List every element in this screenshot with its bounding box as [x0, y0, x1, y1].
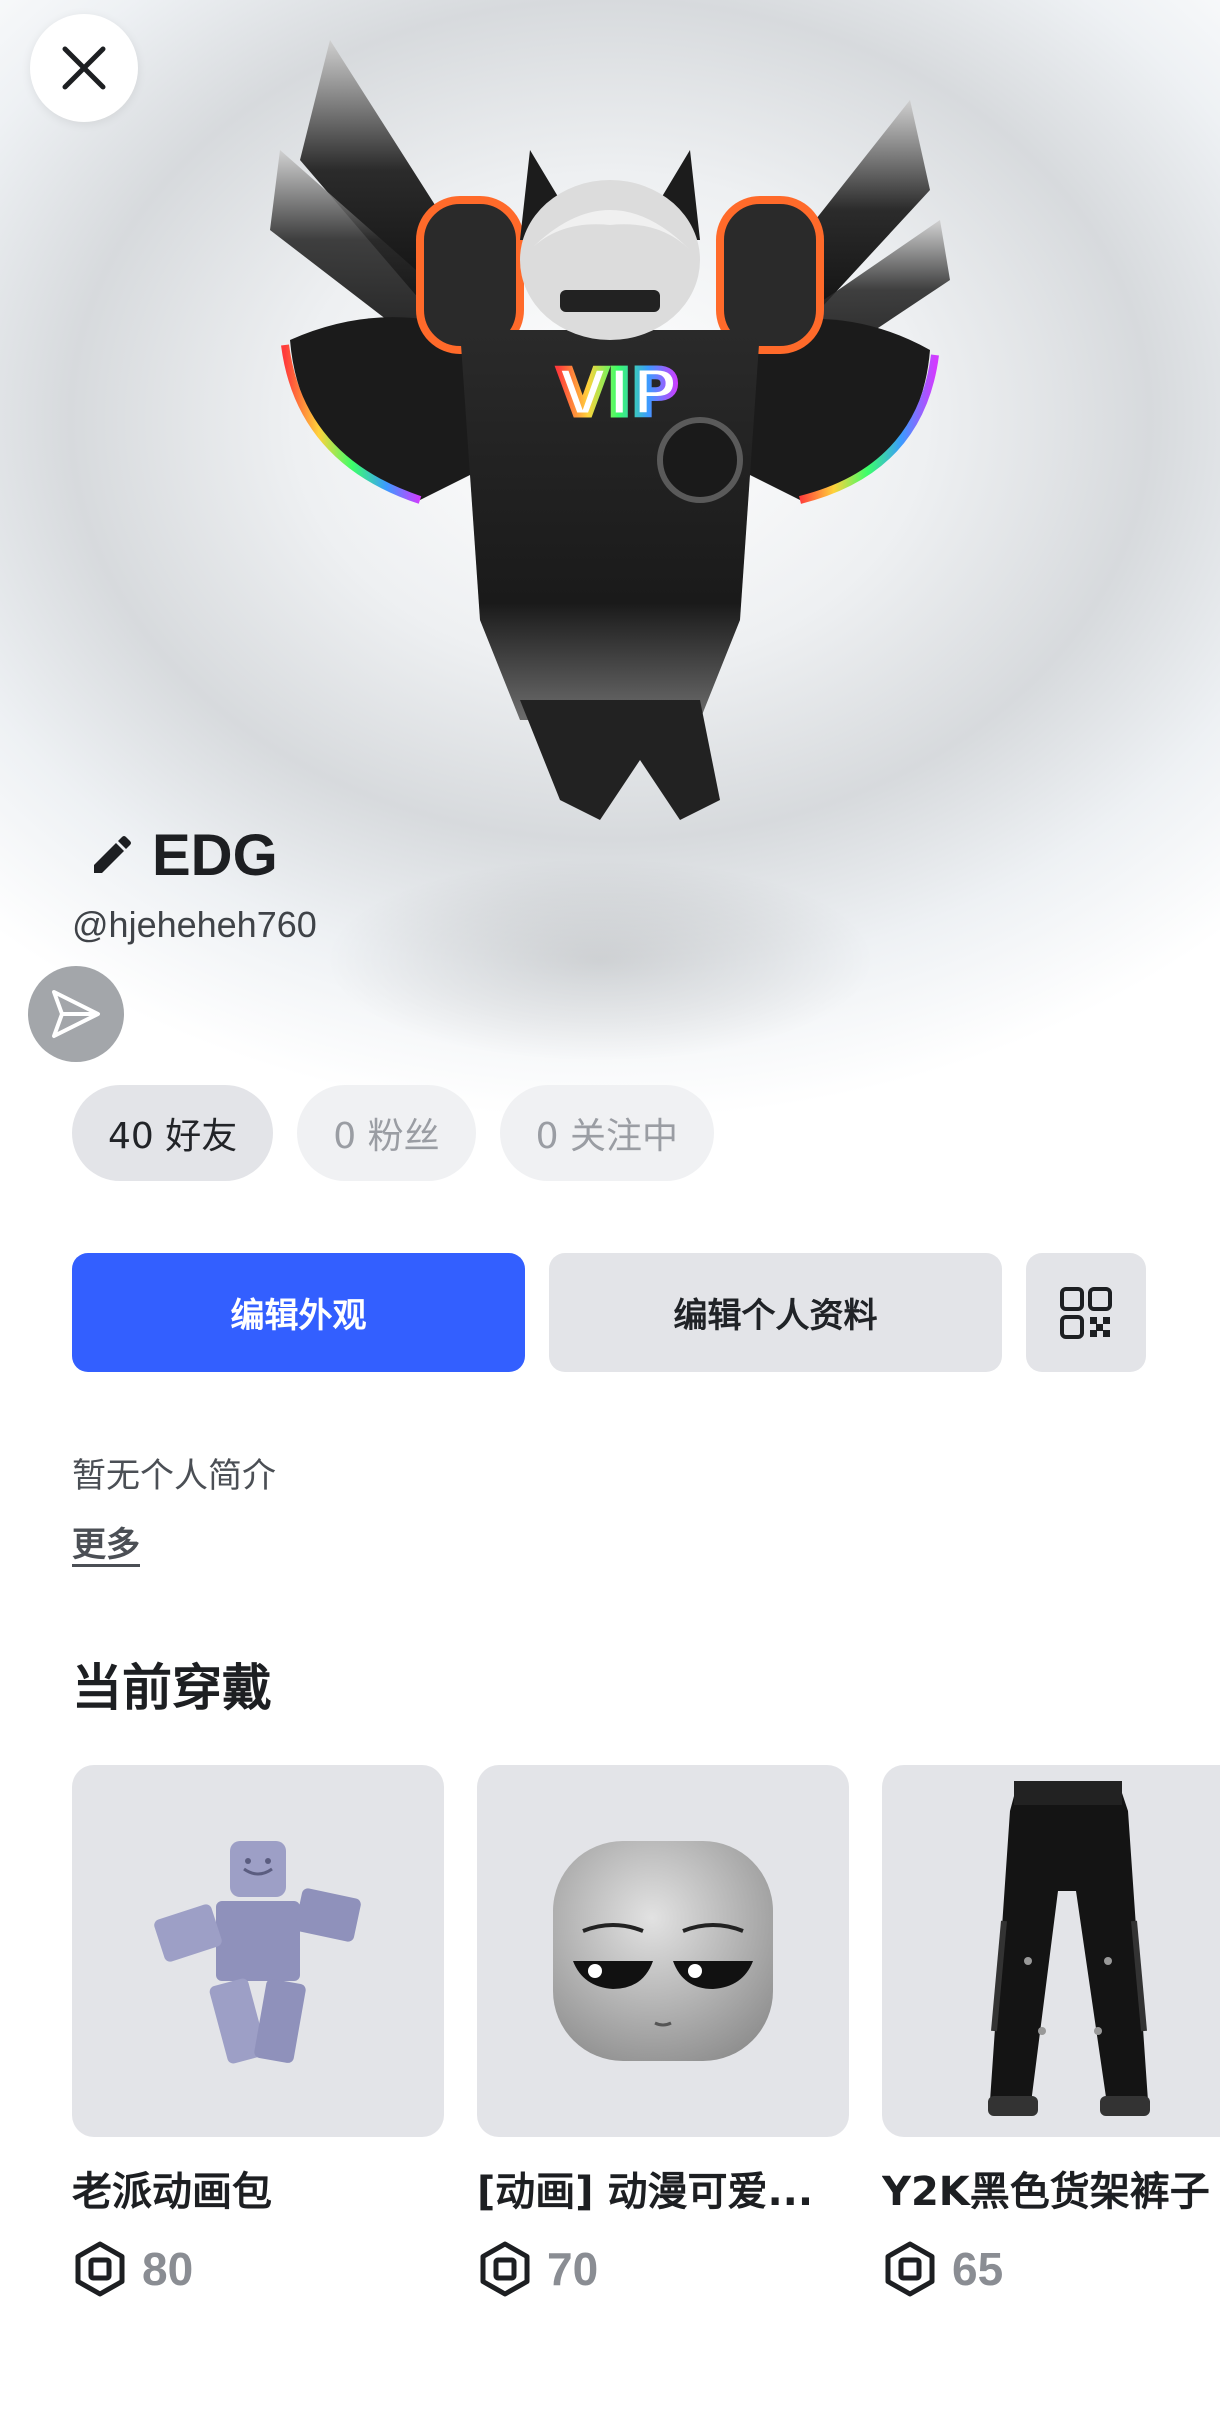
avatar-head — [520, 150, 700, 340]
close-button[interactable] — [30, 14, 138, 122]
price-value: 80 — [142, 2243, 194, 2295]
more-link[interactable]: 更多 — [72, 1517, 140, 1566]
friends-chip[interactable]: 40 好友 — [72, 1085, 274, 1181]
avatar-hero: VIP — [0, 0, 1220, 1160]
display-name: EDG — [152, 823, 278, 888]
display-name-row[interactable]: EDG — [88, 822, 278, 889]
send-icon — [52, 990, 100, 1038]
robux-icon — [885, 2241, 935, 2297]
item-price: 70 — [477, 2241, 849, 2297]
bio-text: 暂无个人简介 — [72, 1456, 276, 1496]
item-price: 65 — [882, 2241, 1220, 2297]
anime-face-head-image — [553, 1841, 773, 2061]
avatar-legs — [520, 700, 720, 820]
robux-icon — [75, 2241, 125, 2297]
wearing-item[interactable]: 老派动画包 80 — [72, 1765, 444, 2297]
edit-avatar-button[interactable]: 编辑外观 — [72, 1253, 525, 1372]
profile-actions: 编辑外观 编辑个人资料 — [72, 1253, 1146, 1372]
close-icon — [62, 46, 106, 90]
social-stats: 40 好友 0 粉丝 0 关注中 — [72, 1085, 714, 1181]
item-name: [动画] 动漫可爱... — [477, 2169, 814, 2215]
item-name: 老派动画包 — [72, 2169, 272, 2215]
animation-pack-image — [154, 1841, 361, 2064]
pencil-icon[interactable] — [88, 833, 134, 879]
username: @hjeheheh760 — [72, 904, 317, 945]
avatar-3d-render: VIP — [270, 40, 950, 820]
robux-icon — [480, 2241, 530, 2297]
wearing-item[interactable]: Y2K黑色货架裤子 65 — [882, 1765, 1220, 2297]
following-chip[interactable]: 0 关注中 — [499, 1085, 714, 1181]
currently-wearing-title: 当前穿戴 — [72, 1659, 272, 1717]
wearing-item[interactable]: [动画] 动漫可爱... 70 — [477, 1765, 849, 2297]
item-price: 80 — [72, 2241, 444, 2297]
followers-chip[interactable]: 0 粉丝 — [297, 1085, 476, 1181]
item-name: Y2K黑色货架裤子 — [882, 2169, 1210, 2215]
item-thumbnail[interactable] — [477, 1765, 849, 2137]
currently-wearing-list: 老派动画包 80 [动画] 动漫可爱... 70 Y2K黑色货架裤子 65 — [72, 1765, 1220, 2297]
item-thumbnail[interactable] — [72, 1765, 444, 2137]
edit-profile-button[interactable]: 编辑个人资料 — [549, 1253, 1002, 1372]
item-thumbnail[interactable] — [882, 1765, 1220, 2137]
price-value: 70 — [547, 2243, 599, 2295]
cargo-pants-image — [988, 1781, 1150, 2116]
price-value: 65 — [952, 2243, 1004, 2295]
avatar-shirt-text: VIP — [558, 357, 678, 431]
qr-code-icon — [1060, 1286, 1112, 1339]
share-button[interactable] — [28, 966, 124, 1062]
qr-code-button[interactable] — [1026, 1253, 1146, 1372]
avatar-orb — [657, 417, 743, 503]
